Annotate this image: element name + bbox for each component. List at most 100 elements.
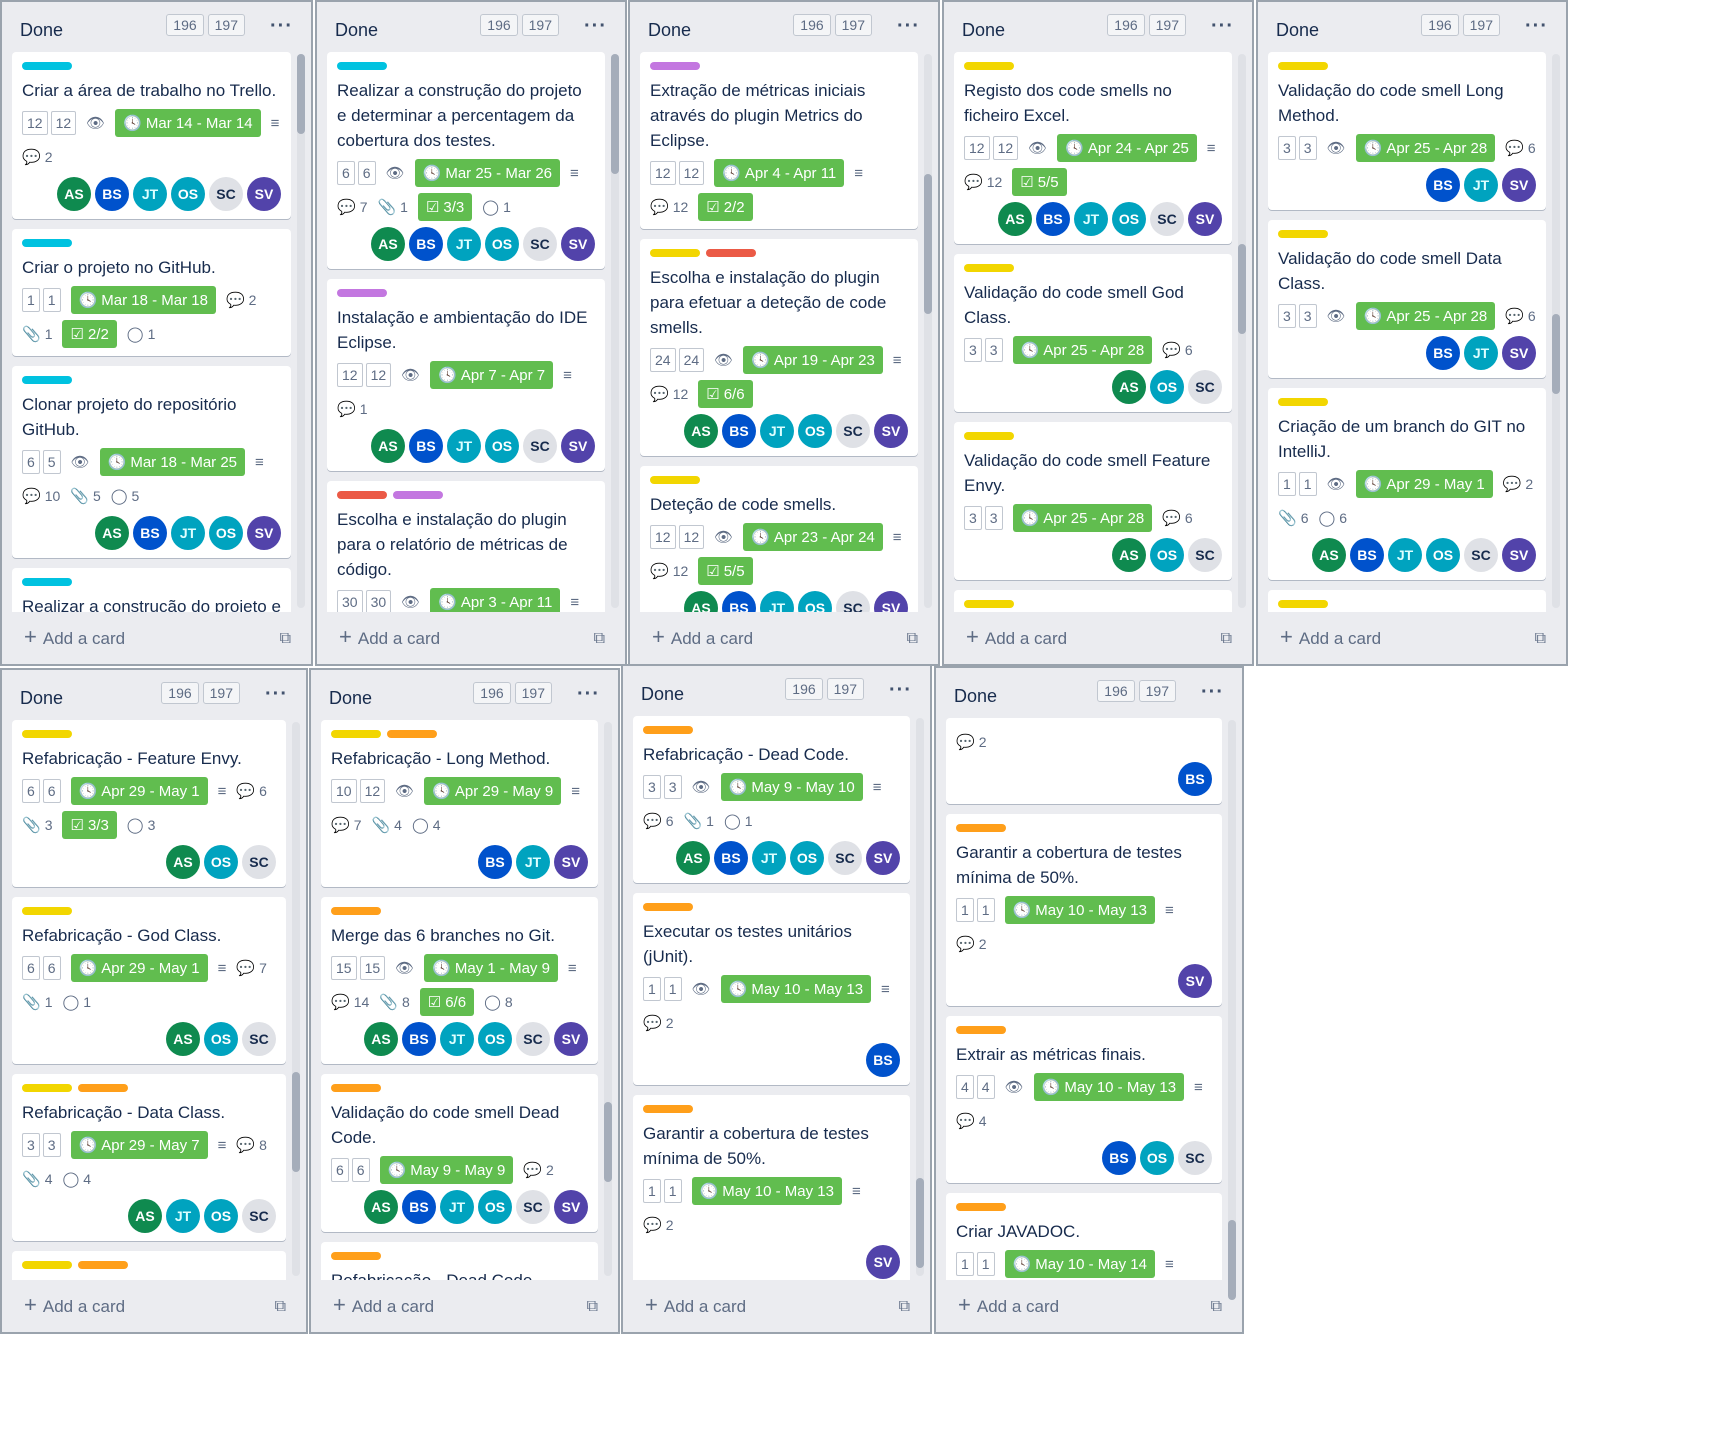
scrollbar[interactable] bbox=[604, 722, 612, 1276]
due-date-badge[interactable]: 🕓 Apr 25 - Apr 28 bbox=[1012, 336, 1153, 364]
avatar[interactable]: SV bbox=[866, 1245, 900, 1279]
scrollbar[interactable] bbox=[297, 54, 305, 608]
add-card-button[interactable]: + Add a card bbox=[1280, 624, 1381, 650]
avatar[interactable]: SC bbox=[1188, 370, 1222, 404]
list-title[interactable]: Done bbox=[954, 686, 997, 707]
avatar[interactable]: BS bbox=[409, 227, 443, 261]
card-template-icon[interactable]: ⧉ bbox=[907, 630, 918, 648]
card-template-icon[interactable]: ⧉ bbox=[1221, 630, 1232, 648]
label-yellow[interactable] bbox=[964, 432, 1014, 440]
label-yellow[interactable] bbox=[1278, 230, 1328, 238]
list-title[interactable]: Done bbox=[335, 20, 378, 41]
avatar[interactable]: AS bbox=[998, 202, 1032, 236]
list-menu-icon[interactable]: ··· bbox=[270, 15, 293, 38]
label-orange[interactable] bbox=[78, 1261, 128, 1269]
label-orange[interactable] bbox=[956, 1203, 1006, 1211]
avatar[interactable]: JT bbox=[1388, 538, 1422, 572]
scrollbar-thumb[interactable] bbox=[924, 174, 932, 314]
label-yellow[interactable] bbox=[22, 1261, 72, 1269]
card[interactable]: Refabricação - Feature Envy.66🕓Apr 29 - … bbox=[12, 720, 286, 887]
list-menu-icon[interactable]: ··· bbox=[1201, 681, 1224, 704]
due-date-badge[interactable]: 🕓 Mar 14 - Mar 14 bbox=[115, 109, 261, 137]
due-date-badge[interactable]: 🕓 May 1 - May 9 bbox=[424, 954, 558, 982]
avatar[interactable]: BS bbox=[402, 1022, 436, 1056]
avatar[interactable]: SV bbox=[1502, 168, 1536, 202]
avatar[interactable]: SV bbox=[1502, 336, 1536, 370]
avatar[interactable]: AS bbox=[676, 841, 710, 875]
label-yellow[interactable] bbox=[22, 907, 72, 915]
avatar[interactable]: OS bbox=[1140, 1141, 1174, 1175]
scrollbar-thumb[interactable] bbox=[292, 1072, 300, 1172]
avatar[interactable]: SV bbox=[866, 841, 900, 875]
add-card-button[interactable]: + Add a card bbox=[24, 1292, 125, 1318]
list-title[interactable]: Done bbox=[648, 20, 691, 41]
avatar[interactable]: SV bbox=[561, 429, 595, 463]
list-menu-icon[interactable]: ··· bbox=[897, 15, 920, 38]
card[interactable]: Refabricação - Long Method.1012👁🕓Apr 29 … bbox=[12, 1251, 286, 1280]
due-date-badge[interactable]: 🕓 May 9 - May 10 bbox=[720, 773, 863, 801]
avatar[interactable]: SV bbox=[874, 414, 908, 448]
card[interactable]: Refabricação - Dead Code.33👁🕓May 9 - May… bbox=[321, 1242, 598, 1280]
avatar[interactable]: BS bbox=[133, 516, 167, 550]
add-card-button[interactable]: + Add a card bbox=[333, 1292, 434, 1318]
avatar[interactable]: OS bbox=[1112, 202, 1146, 236]
card[interactable]: Deteção de code smells. 12 12 👁 🕓 Apr 23 - Ap… bbox=[640, 466, 918, 612]
due-date-badge[interactable]: 🕓 Apr 29 - May 9 bbox=[424, 777, 562, 805]
avatar[interactable]: SC bbox=[516, 1190, 550, 1224]
scrollbar-thumb[interactable] bbox=[611, 54, 619, 174]
card[interactable]: Validação do code smell Dead Code. 6 6 🕓 May… bbox=[321, 1074, 598, 1232]
label-orange[interactable] bbox=[78, 1084, 128, 1092]
card[interactable]: Realizar a construção do projeto e deter… bbox=[327, 52, 605, 269]
avatar[interactable]: AS bbox=[166, 1022, 200, 1056]
card[interactable]: Criar a área de trabalho no Trello. 12 12 👁… bbox=[12, 52, 291, 219]
avatar[interactable]: AS bbox=[371, 227, 405, 261]
card[interactable]: Clonar projeto do repositório GitHub. 6 5 👁… bbox=[12, 366, 291, 558]
avatar[interactable]: SC bbox=[1464, 538, 1498, 572]
label-yellow[interactable] bbox=[964, 600, 1014, 608]
label-orange[interactable] bbox=[643, 726, 693, 734]
avatar[interactable]: OS bbox=[204, 1022, 238, 1056]
avatar[interactable]: SC bbox=[523, 429, 557, 463]
add-card-button[interactable]: + Add a card bbox=[652, 624, 753, 650]
due-date-badge[interactable]: 🕓 Apr 29 - May 1 bbox=[70, 954, 208, 982]
scrollbar[interactable] bbox=[1238, 54, 1246, 608]
due-date-badge[interactable]: 🕓 May 10 - May 13 bbox=[1033, 1073, 1185, 1101]
avatar[interactable]: SV bbox=[1188, 202, 1222, 236]
card[interactable]: Validação do code smell Long Method.33👁🕓… bbox=[954, 590, 1232, 612]
card[interactable]: Extração de métricas iniciais através do… bbox=[640, 52, 918, 229]
label-yellow[interactable] bbox=[650, 249, 700, 257]
scrollbar[interactable] bbox=[1228, 720, 1236, 1300]
scrollbar[interactable] bbox=[916, 718, 924, 1276]
card-template-icon[interactable]: ⧉ bbox=[594, 630, 605, 648]
due-date-badge[interactable]: 🕓 May 10 - May 13 bbox=[691, 1177, 842, 1205]
add-card-button[interactable]: + Add a card bbox=[645, 1292, 746, 1318]
avatar[interactable]: SC bbox=[242, 845, 276, 879]
avatar[interactable]: BS bbox=[1036, 202, 1070, 236]
avatar[interactable]: SC bbox=[242, 1022, 276, 1056]
card[interactable]: Criação de um branch do GIT no IntelliJ.… bbox=[1268, 388, 1546, 580]
avatar[interactable]: JT bbox=[1464, 336, 1498, 370]
card-template-icon[interactable]: ⧉ bbox=[275, 1298, 286, 1316]
card[interactable]: Registo dos code smells no ficheiro Exce… bbox=[954, 52, 1232, 244]
avatar[interactable]: SC bbox=[209, 177, 243, 211]
avatar[interactable]: SC bbox=[1178, 1141, 1212, 1175]
card[interactable]: Validação do code smell Long Method.33👁🕓… bbox=[1268, 52, 1546, 210]
due-date-badge[interactable]: 🕓 Apr 19 - Apr 23 bbox=[743, 346, 883, 374]
avatar[interactable]: JT bbox=[1464, 168, 1498, 202]
label-purple[interactable] bbox=[393, 491, 443, 499]
avatar[interactable]: BS bbox=[1426, 168, 1460, 202]
label-yellow[interactable] bbox=[331, 730, 381, 738]
scrollbar[interactable] bbox=[611, 54, 619, 608]
card[interactable]: Instalação e ambientação do IDE Eclipse.… bbox=[327, 279, 605, 471]
list-menu-icon[interactable]: ··· bbox=[1525, 15, 1548, 38]
scrollbar-thumb[interactable] bbox=[1228, 1220, 1236, 1300]
avatar[interactable]: SC bbox=[828, 841, 862, 875]
label-orange[interactable] bbox=[643, 903, 693, 911]
avatar[interactable]: BS bbox=[866, 1043, 900, 1077]
avatar[interactable]: SC bbox=[1188, 538, 1222, 572]
avatar[interactable]: SC bbox=[836, 591, 870, 612]
list-title[interactable]: Done bbox=[20, 688, 63, 709]
scrollbar-thumb[interactable] bbox=[1552, 314, 1560, 394]
card[interactable]: Garantir a cobertura de testes mínima de… bbox=[633, 1095, 910, 1280]
card[interactable]: Merge das 6 branches no Git. 15 15 👁 🕓 May 1 … bbox=[321, 897, 598, 1064]
